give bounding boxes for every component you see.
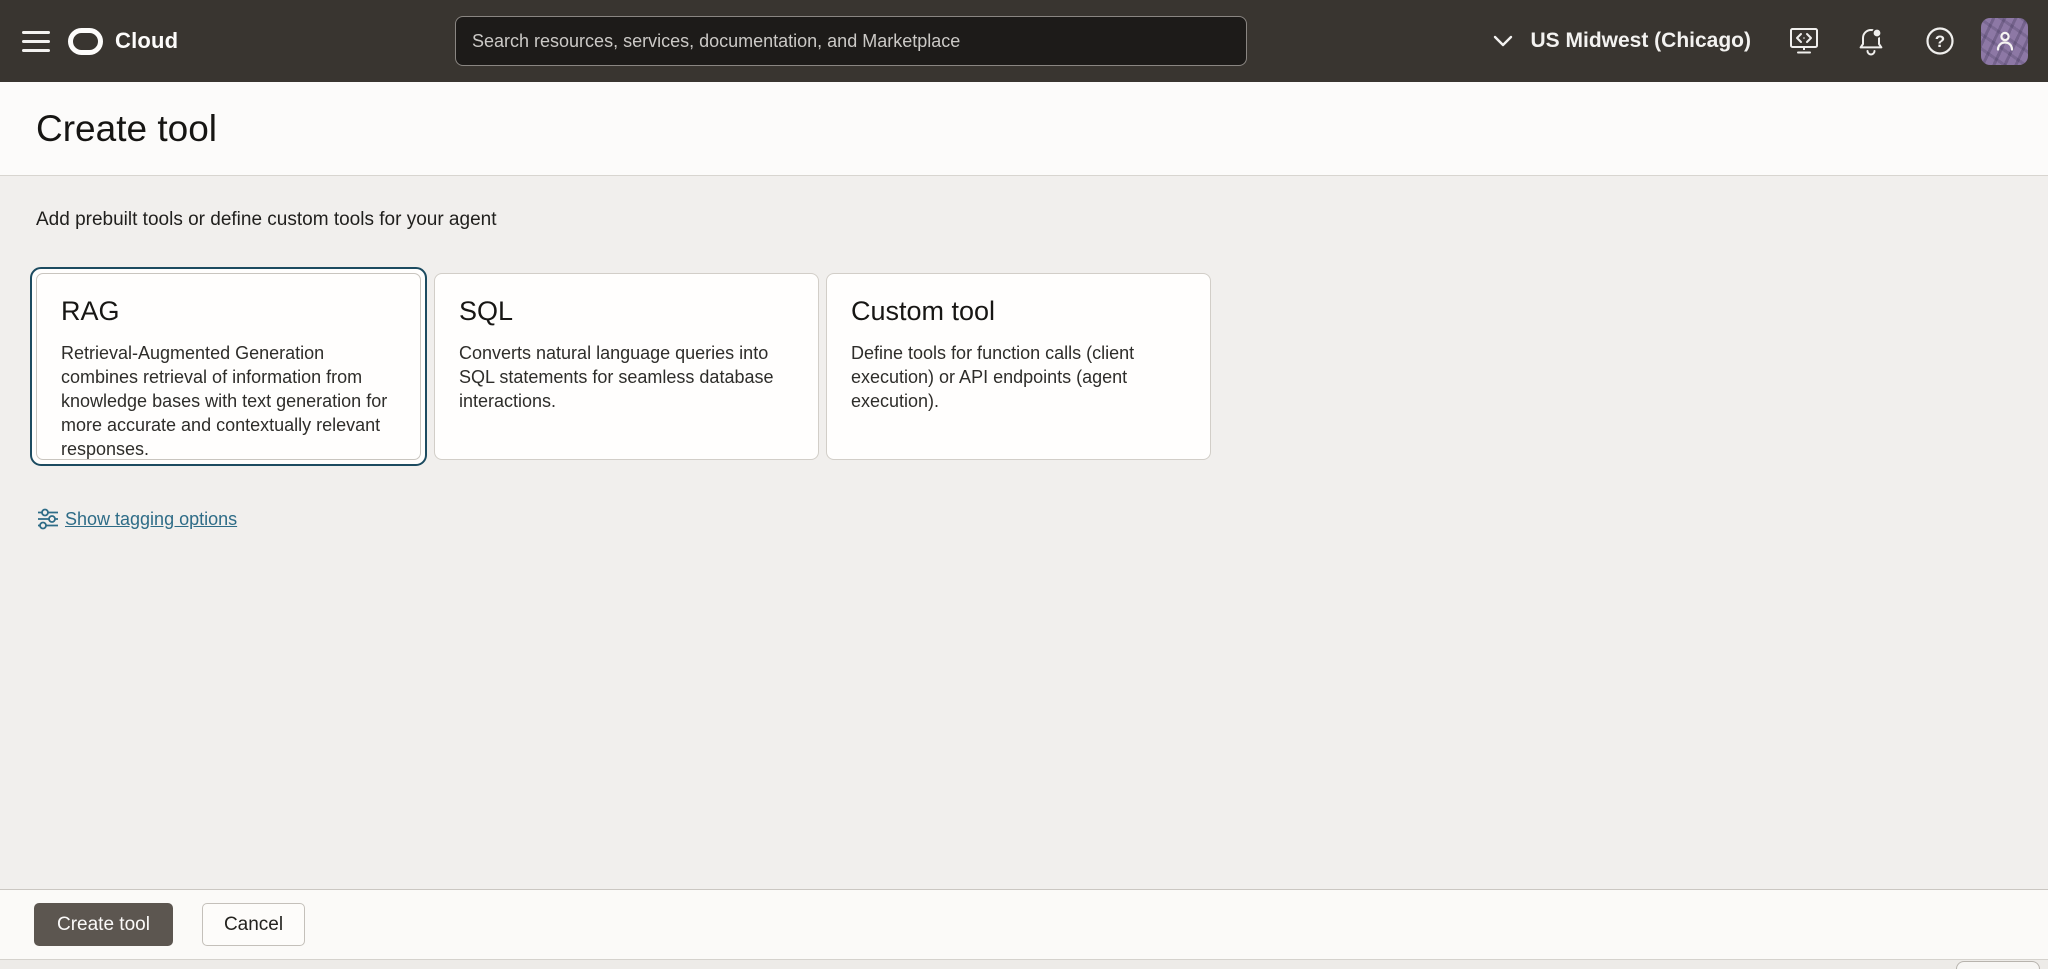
show-tagging-options-link[interactable]: Show tagging options <box>36 507 237 531</box>
notification-bell-icon <box>1857 26 1885 56</box>
main-content: Add prebuilt tools or define custom tool… <box>0 176 2048 968</box>
show-tagging-options-label: Show tagging options <box>65 508 238 529</box>
card-title: RAG <box>61 296 120 326</box>
card-title: Custom tool <box>851 296 996 326</box>
card-title: SQL <box>459 296 514 326</box>
tool-card-rag-inner: RAG Retrieval-Augmented Generation combi… <box>36 273 421 460</box>
notifications-button[interactable] <box>1857 26 1885 56</box>
tool-card-sql[interactable]: SQL Converts natural language queries in… <box>434 273 819 460</box>
help-icon: ? <box>1925 26 1955 56</box>
user-avatar[interactable] <box>1981 17 2028 65</box>
tool-type-cards: RAG Retrieval-Augmented Generation combi… <box>30 267 2012 466</box>
bottom-strip <box>0 959 2048 969</box>
title-section: Create tool <box>0 82 2048 176</box>
tool-card-rag[interactable]: RAG Retrieval-Augmented Generation combi… <box>30 267 427 466</box>
cancel-button[interactable]: Cancel <box>201 903 306 946</box>
user-avatar-icon <box>1992 28 2018 54</box>
region-selector[interactable]: US Midwest (Chicago) <box>1492 29 1751 53</box>
page-subtitle: Add prebuilt tools or define custom tool… <box>36 209 497 230</box>
help-button[interactable]: ? <box>1925 26 1955 56</box>
hamburger-menu-icon <box>22 30 50 34</box>
svg-text:?: ? <box>1935 32 1945 51</box>
card-description: Define tools for function calls (client … <box>851 343 1135 411</box>
card-description: Converts natural language queries into S… <box>459 343 774 411</box>
tool-card-custom[interactable]: Custom tool Define tools for function ca… <box>826 273 1211 460</box>
bottom-edge-pill <box>1956 961 2040 969</box>
oracle-cloud-logo-icon <box>68 27 103 55</box>
create-tool-button[interactable]: Create tool <box>34 903 173 946</box>
brand-wordmark: Cloud <box>115 28 179 53</box>
topbar: Cloud US Midwest (Chicago) <box>0 0 2048 82</box>
search-input[interactable] <box>455 16 1247 66</box>
action-footer: Create tool Cancel <box>0 889 2048 959</box>
hamburger-menu-button[interactable] <box>22 30 50 52</box>
page-title: Create tool <box>36 107 217 149</box>
region-label: US Midwest (Chicago) <box>1530 29 1751 52</box>
cloud-shell-icon <box>1789 27 1819 55</box>
cloud-shell-button[interactable] <box>1789 27 1819 55</box>
chevron-down-icon <box>1492 33 1514 49</box>
card-description: Retrieval-Augmented Generation combines … <box>61 343 388 459</box>
topbar-right-group: US Midwest (Chicago) ? <box>1492 0 2028 82</box>
sliders-icon <box>36 507 60 531</box>
